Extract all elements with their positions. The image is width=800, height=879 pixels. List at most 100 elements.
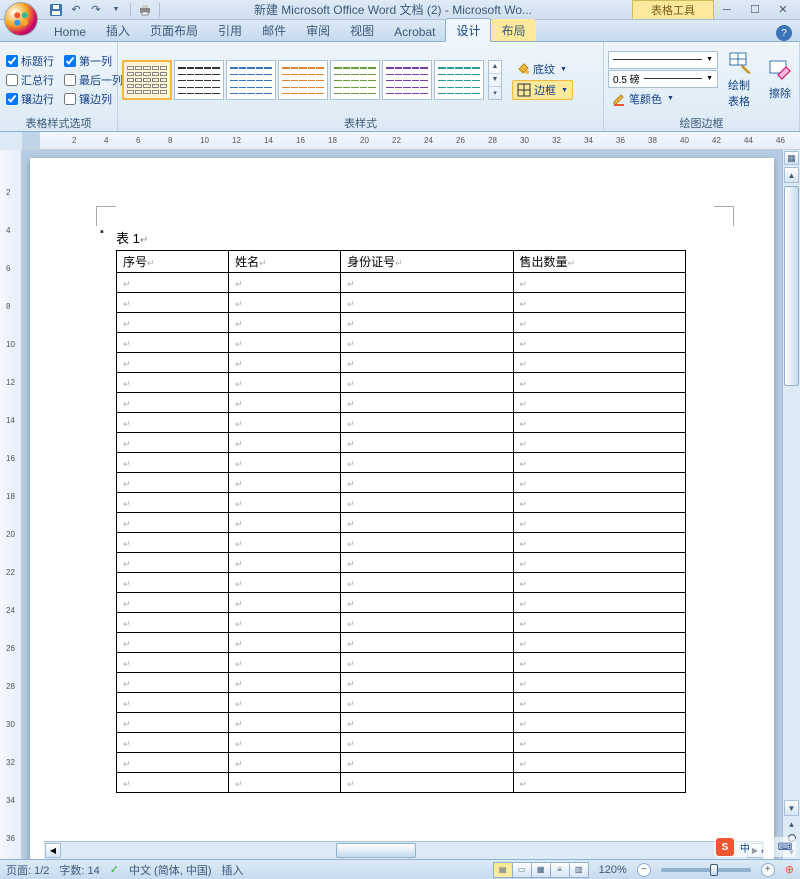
table-cell[interactable]: ↵ [513, 453, 685, 473]
table-cell[interactable]: ↵ [117, 293, 229, 313]
table-cell[interactable]: ↵ [117, 273, 229, 293]
page-viewport[interactable]: ▪ 表 1↵ 序号↵姓名↵身份证号↵售出数量↵ ↵↵↵↵↵↵↵↵↵↵↵↵↵↵↵↵… [22, 150, 782, 859]
table-row[interactable]: ↵↵↵↵ [117, 633, 686, 653]
tab-邮件[interactable]: 邮件 [252, 19, 296, 41]
table-cell[interactable]: ↵ [229, 413, 341, 433]
check-镶边列[interactable]: 镶边列 [64, 91, 123, 107]
shading-button[interactable]: 底纹▼ [512, 59, 573, 79]
style-thumb-6[interactable] [434, 60, 484, 100]
table-header[interactable]: 身份证号↵ [341, 251, 513, 273]
table-cell[interactable]: ↵ [513, 753, 685, 773]
table-cell[interactable]: ↵ [341, 373, 513, 393]
redo-icon[interactable]: ↷ [88, 2, 104, 18]
table-cell[interactable]: ↵ [229, 513, 341, 533]
close-button[interactable]: ✕ [770, 1, 796, 19]
table-cell[interactable]: ↵ [117, 453, 229, 473]
zoom-slider[interactable] [661, 868, 751, 872]
table-cell[interactable]: ↵ [341, 333, 513, 353]
tab-引用[interactable]: 引用 [208, 19, 252, 41]
zoom-out-button[interactable]: − [637, 863, 651, 877]
table-cell[interactable]: ↵ [229, 273, 341, 293]
table-cell[interactable]: ↵ [341, 713, 513, 733]
gallery-more-icon[interactable]: ▾ [489, 87, 501, 99]
check-最后一列[interactable]: 最后一列 [64, 72, 123, 88]
spellcheck-icon[interactable]: ✓ [110, 863, 119, 876]
undo-icon[interactable]: ↶ [68, 2, 84, 18]
table-cell[interactable]: ↵ [229, 533, 341, 553]
table-row[interactable]: ↵↵↵↵ [117, 753, 686, 773]
tab-acrobat[interactable]: Acrobat [384, 22, 445, 41]
pen-color-button[interactable]: 笔颜色▼ [608, 89, 718, 109]
table-row[interactable]: ↵↵↵↵ [117, 353, 686, 373]
table-cell[interactable]: ↵ [341, 273, 513, 293]
fullscreen-view-icon[interactable]: ▭ [512, 862, 532, 878]
qat-dropdown-icon[interactable]: ▼ [108, 2, 124, 18]
check-第一列[interactable]: 第一列 [64, 53, 123, 69]
table-row[interactable]: ↵↵↵↵ [117, 553, 686, 573]
table-cell[interactable]: ↵ [229, 673, 341, 693]
line-style-select[interactable]: ▼ [608, 51, 718, 69]
table-cell[interactable]: ↵ [229, 493, 341, 513]
table-cell[interactable]: ↵ [117, 333, 229, 353]
table-row[interactable]: ↵↵↵↵ [117, 413, 686, 433]
borders-button[interactable]: 边框▼ [512, 80, 573, 100]
table-cell[interactable]: ↵ [513, 733, 685, 753]
table-cell[interactable]: ↵ [229, 313, 341, 333]
style-thumb-2[interactable] [226, 60, 276, 100]
table-cell[interactable]: ↵ [513, 533, 685, 553]
table-cell[interactable]: ↵ [513, 273, 685, 293]
table-row[interactable]: ↵↵↵↵ [117, 373, 686, 393]
table-cell[interactable]: ↵ [229, 553, 341, 573]
table-cell[interactable]: ↵ [117, 713, 229, 733]
table-cell[interactable]: ↵ [513, 693, 685, 713]
gallery-up-icon[interactable]: ▲ [489, 61, 501, 74]
table-cell[interactable]: ↵ [117, 413, 229, 433]
print-layout-view-icon[interactable]: ▤ [493, 862, 513, 878]
table-header[interactable]: 姓名↵ [229, 251, 341, 273]
scroll-thumb-v[interactable] [784, 186, 799, 386]
table-cell[interactable]: ↵ [513, 573, 685, 593]
table-cell[interactable]: ↵ [229, 613, 341, 633]
table-cell[interactable]: ↵ [513, 673, 685, 693]
table-cell[interactable]: ↵ [117, 433, 229, 453]
table-cell[interactable]: ↵ [117, 693, 229, 713]
table-cell[interactable]: ↵ [117, 353, 229, 373]
table-cell[interactable]: ↵ [117, 473, 229, 493]
table-cell[interactable]: ↵ [341, 393, 513, 413]
table-cell[interactable]: ↵ [117, 633, 229, 653]
table-cell[interactable]: ↵ [341, 733, 513, 753]
table-row[interactable]: ↵↵↵↵ [117, 733, 686, 753]
print-icon[interactable] [137, 2, 153, 18]
table-cell[interactable]: ↵ [513, 773, 685, 793]
table-cell[interactable]: ↵ [229, 353, 341, 373]
table-cell[interactable]: ↵ [513, 713, 685, 733]
table-row[interactable]: ↵↵↵↵ [117, 673, 686, 693]
vertical-ruler[interactable]: 24681012141618202224262830323436 [0, 150, 22, 859]
ime-keyboard-icon[interactable]: ⌨ [776, 838, 794, 856]
table-cell[interactable]: ↵ [513, 413, 685, 433]
table-cell[interactable]: ↵ [341, 493, 513, 513]
table-cell[interactable]: ↵ [513, 493, 685, 513]
table-cell[interactable]: ↵ [229, 453, 341, 473]
table-cell[interactable]: ↵ [341, 353, 513, 373]
table-cell[interactable]: ↵ [341, 673, 513, 693]
table-cell[interactable]: ↵ [341, 653, 513, 673]
table-cell[interactable]: ↵ [117, 513, 229, 533]
table-row[interactable]: ↵↵↵↵ [117, 693, 686, 713]
status-words[interactable]: 字数: 14 [59, 862, 99, 878]
gallery-scroll[interactable]: ▲ ▼ ▾ [488, 60, 502, 100]
table-cell[interactable]: ↵ [513, 313, 685, 333]
status-page[interactable]: 页面: 1/2 [6, 862, 49, 878]
table-cell[interactable]: ↵ [229, 773, 341, 793]
ruler-toggle-icon[interactable]: ▦ [784, 151, 799, 165]
table-cell[interactable]: ↵ [117, 373, 229, 393]
table-row[interactable]: ↵↵↵↵ [117, 393, 686, 413]
table-cell[interactable]: ↵ [117, 773, 229, 793]
table-cell[interactable]: ↵ [117, 493, 229, 513]
save-icon[interactable] [48, 2, 64, 18]
table-cell[interactable]: ↵ [117, 733, 229, 753]
table-cell[interactable]: ↵ [341, 633, 513, 653]
maximize-button[interactable]: ☐ [742, 1, 768, 19]
table-row[interactable]: ↵↵↵↵ [117, 293, 686, 313]
table-cell[interactable]: ↵ [229, 633, 341, 653]
